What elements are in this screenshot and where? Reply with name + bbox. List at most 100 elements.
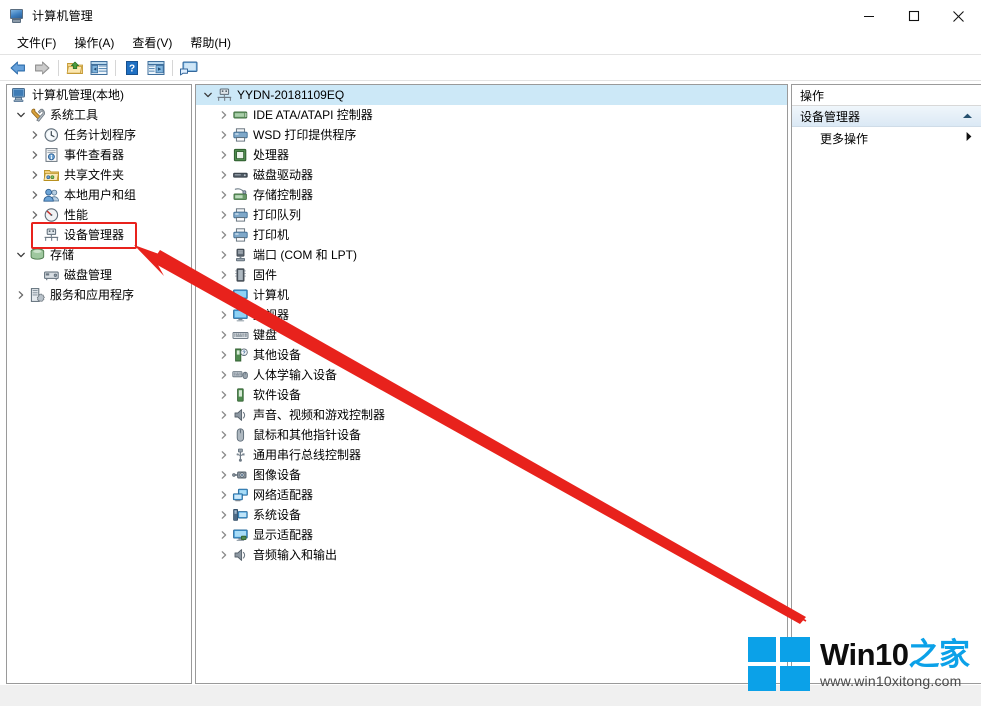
- menu-file[interactable]: 文件(F): [8, 32, 65, 54]
- minimize-button[interactable]: [846, 0, 891, 32]
- sidebar-item-services-applications[interactable]: 服务和应用程序: [7, 285, 191, 305]
- chevron-right-icon[interactable]: [216, 467, 232, 483]
- chevron-right-icon[interactable]: [13, 287, 29, 303]
- chevron-right-icon[interactable]: [216, 227, 232, 243]
- chevron-right-icon[interactable]: [216, 267, 232, 283]
- device-category-ide-controller[interactable]: IDE ATA/ATAPI 控制器: [196, 105, 787, 125]
- sidebar-item-disk-management[interactable]: 磁盘管理: [7, 265, 191, 285]
- chevron-right-icon[interactable]: [216, 487, 232, 503]
- menu-bar: 文件(F) 操作(A) 查看(V) 帮助(H): [0, 32, 981, 54]
- chevron-right-icon[interactable]: [216, 207, 232, 223]
- device-category-monitors[interactable]: 监视器: [196, 305, 787, 325]
- chevron-right-icon[interactable]: [216, 307, 232, 323]
- chevron-right-icon[interactable]: [27, 187, 43, 203]
- forward-button[interactable]: [30, 57, 54, 79]
- sidebar-item-event-viewer[interactable]: 事件查看器: [7, 145, 191, 165]
- chevron-up-icon[interactable]: [962, 109, 973, 123]
- sidebar-label-storage: 存储: [50, 248, 75, 262]
- device-category-hid[interactable]: 人体学输入设备: [196, 365, 787, 385]
- device-label: 软件设备: [253, 388, 302, 402]
- sidebar-item-system-tools[interactable]: 系统工具: [7, 105, 191, 125]
- chevron-right-icon[interactable]: [216, 407, 232, 423]
- tree-root-label: 计算机管理(本地): [32, 88, 124, 102]
- device-category-system-devices[interactable]: 系统设备: [196, 505, 787, 525]
- device-category-firmware[interactable]: 固件: [196, 265, 787, 285]
- sidebar-label-local-users-groups: 本地用户和组: [64, 188, 137, 202]
- device-label: 网络适配器: [253, 488, 314, 502]
- chevron-right-icon[interactable]: [27, 127, 43, 143]
- help-button[interactable]: ?: [120, 57, 144, 79]
- chevron-right-icon[interactable]: [216, 447, 232, 463]
- chevron-right-icon[interactable]: [216, 187, 232, 203]
- window-title: 计算机管理: [32, 9, 94, 23]
- watermark-title: Win10之家: [820, 638, 970, 672]
- sidebar-item-performance[interactable]: 性能: [7, 205, 191, 225]
- back-button[interactable]: [6, 57, 30, 79]
- up-one-level-button[interactable]: [63, 57, 87, 79]
- chevron-down-icon[interactable]: [200, 87, 216, 103]
- chevron-right-icon[interactable]: [216, 127, 232, 143]
- device-category-mice[interactable]: 鼠标和其他指针设备: [196, 425, 787, 445]
- device-category-disk-drives[interactable]: 磁盘驱动器: [196, 165, 787, 185]
- device-category-usb-controllers[interactable]: 通用串行总线控制器: [196, 445, 787, 465]
- menu-view[interactable]: 查看(V): [123, 32, 181, 54]
- device-category-printers[interactable]: 打印机: [196, 225, 787, 245]
- device-category-network-adapters[interactable]: 网络适配器: [196, 485, 787, 505]
- chevron-right-icon[interactable]: [216, 427, 232, 443]
- device-category-audio-io[interactable]: 音频输入和输出: [196, 545, 787, 565]
- chevron-right-icon[interactable]: [216, 387, 232, 403]
- menu-help[interactable]: 帮助(H): [181, 32, 240, 54]
- chevron-down-icon[interactable]: [13, 247, 29, 263]
- actions-section-device-manager[interactable]: 设备管理器: [792, 106, 981, 127]
- device-category-wsd-print-provider[interactable]: WSD 打印提供程序: [196, 125, 787, 145]
- device-category-print-queues[interactable]: 打印队列: [196, 205, 787, 225]
- chevron-right-icon[interactable]: [216, 547, 232, 563]
- device-category-sound-video-game[interactable]: 声音、视频和游戏控制器: [196, 405, 787, 425]
- properties-button[interactable]: [144, 57, 168, 79]
- show-hide-console-tree-button[interactable]: [87, 57, 111, 79]
- device-category-software-devices[interactable]: 软件设备: [196, 385, 787, 405]
- chevron-right-icon[interactable]: [27, 207, 43, 223]
- chevron-right-icon[interactable]: [216, 367, 232, 383]
- sidebar-item-device-manager[interactable]: 设备管理器: [7, 225, 191, 245]
- monitor-icon: [232, 307, 249, 323]
- disk-management-icon: [43, 267, 60, 283]
- device-label: 系统设备: [253, 508, 302, 522]
- menu-action[interactable]: 操作(A): [65, 32, 123, 54]
- sidebar-item-task-scheduler[interactable]: 任务计划程序: [7, 125, 191, 145]
- chevron-down-icon[interactable]: [13, 107, 29, 123]
- chevron-right-icon[interactable]: [216, 167, 232, 183]
- shared-folders-icon: [43, 167, 60, 183]
- sidebar-item-local-users-groups[interactable]: 本地用户和组: [7, 185, 191, 205]
- sidebar-item-shared-folders[interactable]: 共享文件夹: [7, 165, 191, 185]
- chevron-right-icon[interactable]: [216, 107, 232, 123]
- device-category-display-adapters[interactable]: 显示适配器: [196, 525, 787, 545]
- device-category-computer[interactable]: 计算机: [196, 285, 787, 305]
- chevron-right-icon[interactable]: [216, 507, 232, 523]
- device-category-storage-controllers[interactable]: 存储控制器: [196, 185, 787, 205]
- chevron-right-icon[interactable]: [216, 287, 232, 303]
- close-button[interactable]: [936, 0, 981, 32]
- device-tree-root[interactable]: YYDN-20181109EQ: [196, 85, 787, 105]
- maximize-button[interactable]: [891, 0, 936, 32]
- chevron-right-icon[interactable]: [27, 167, 43, 183]
- device-category-imaging-devices[interactable]: 图像设备: [196, 465, 787, 485]
- sidebar-label-shared-folders: 共享文件夹: [64, 168, 125, 182]
- device-category-other-devices[interactable]: ? 其他设备: [196, 345, 787, 365]
- chevron-right-icon[interactable]: [216, 327, 232, 343]
- chevron-right-icon[interactable]: [216, 347, 232, 363]
- device-category-ports[interactable]: 端口 (COM 和 LPT): [196, 245, 787, 265]
- chevron-right-icon[interactable]: [27, 147, 43, 163]
- tree-root-computer-management[interactable]: 计算机管理(本地): [7, 85, 191, 105]
- sidebar-item-storage[interactable]: 存储: [7, 245, 191, 265]
- device-category-keyboards[interactable]: 键盘: [196, 325, 787, 345]
- device-category-processor[interactable]: 处理器: [196, 145, 787, 165]
- chevron-right-icon[interactable]: [216, 247, 232, 263]
- submenu-arrow-icon[interactable]: [965, 131, 973, 145]
- chevron-right-icon[interactable]: [216, 527, 232, 543]
- chevron-right-icon[interactable]: [216, 147, 232, 163]
- device-label: 监视器: [253, 308, 290, 322]
- action-item-more-actions[interactable]: 更多操作: [792, 127, 981, 149]
- display-button[interactable]: [177, 57, 201, 79]
- system-device-icon: [232, 507, 249, 523]
